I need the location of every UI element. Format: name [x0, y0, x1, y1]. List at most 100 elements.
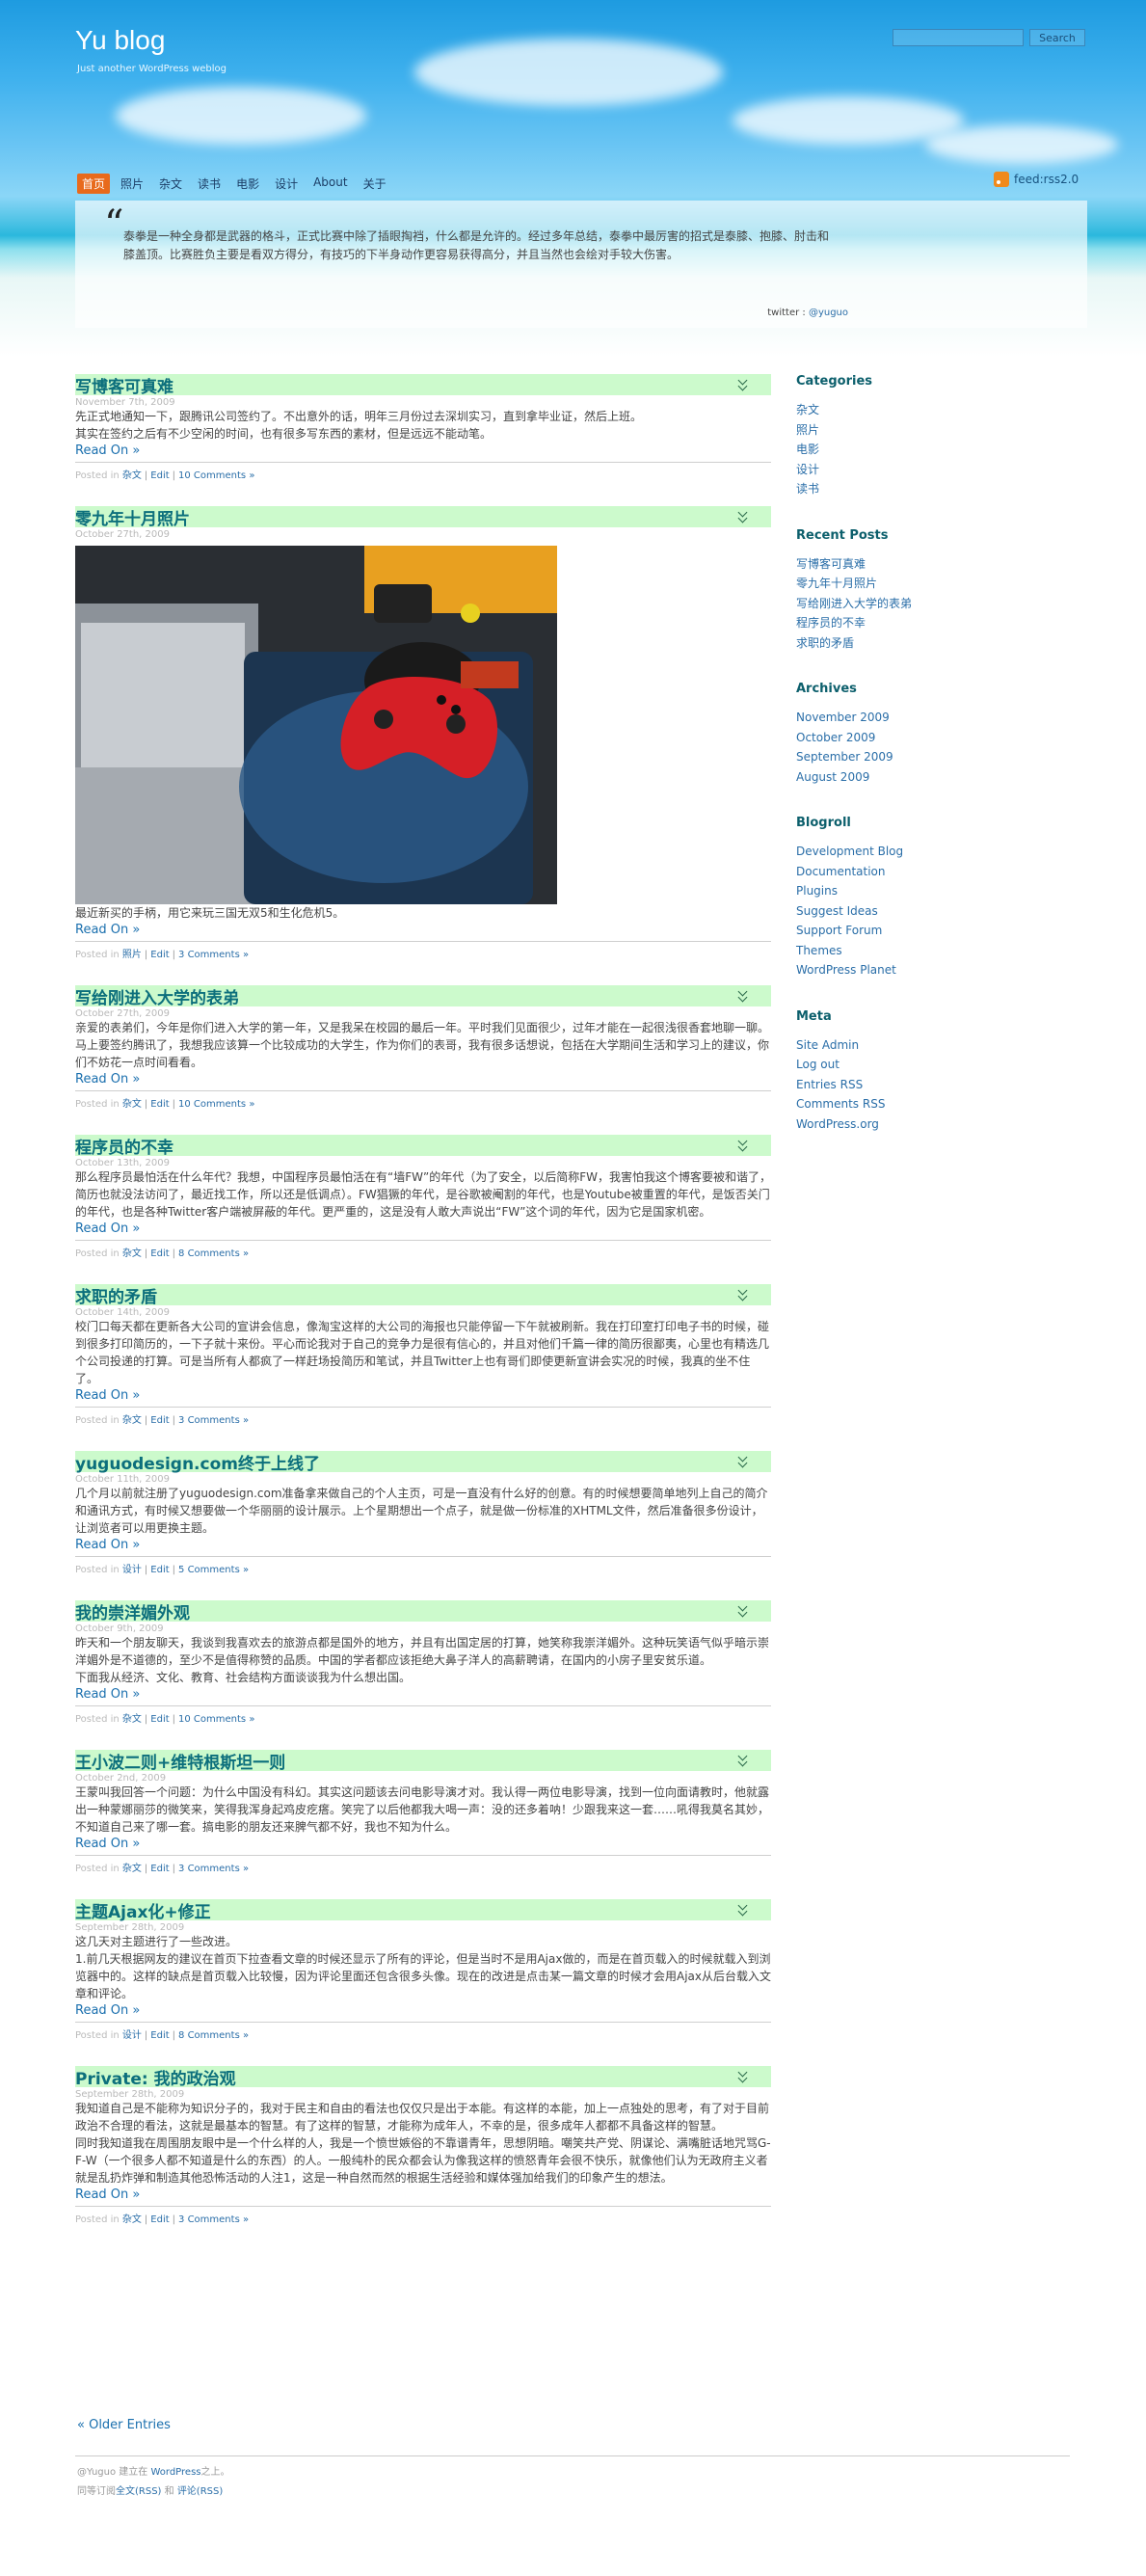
nav-item-1[interactable]: 照片	[116, 174, 148, 194]
widget-link-blogroll[interactable]: WordPress Planet	[796, 960, 989, 980]
post-category-link[interactable]: 杂文	[122, 1714, 142, 1725]
entries-rss-link[interactable]: 全文(RSS)	[116, 2486, 161, 2497]
widget-link-recent[interactable]: 求职的矛盾	[796, 633, 989, 654]
read-on-link[interactable]: Read On »	[75, 2187, 771, 2202]
widget-link-meta[interactable]: Log out	[796, 1055, 989, 1075]
post-comments-link[interactable]: 3 Comments »	[178, 1415, 249, 1426]
post-category-link[interactable]: 杂文	[122, 2214, 142, 2225]
post-edit-link[interactable]: Edit	[150, 470, 169, 481]
nav-item-4[interactable]: 电影	[231, 174, 264, 194]
post-title-link[interactable]: 零九年十月照片	[75, 505, 190, 529]
widget-link-meta[interactable]: Entries RSS	[796, 1075, 989, 1095]
post-category-link[interactable]: 照片	[122, 950, 142, 960]
widget-link-recent[interactable]: 写博客可真难	[796, 554, 989, 575]
post-title-link[interactable]: 程序员的不幸	[75, 1134, 173, 1158]
widget-link-blogroll[interactable]: Suggest Ideas	[796, 901, 989, 922]
post-comments-link[interactable]: 5 Comments »	[178, 1565, 249, 1575]
read-on-link[interactable]: Read On »	[75, 1221, 771, 1236]
expand-chevron-icon[interactable]	[736, 1288, 750, 1301]
read-on-link[interactable]: Read On »	[75, 443, 771, 458]
post-edit-link[interactable]: Edit	[150, 1864, 169, 1874]
post-comments-link[interactable]: 10 Comments »	[178, 470, 254, 481]
widget-link-categories[interactable]: 设计	[796, 460, 989, 480]
post-title-link[interactable]: Private: 我的政治观	[75, 2065, 236, 2089]
post-photo[interactable]	[75, 546, 557, 904]
comments-rss-link[interactable]: 评论(RSS)	[177, 2486, 223, 2497]
post-comments-link[interactable]: 3 Comments »	[178, 2214, 249, 2225]
post-category-link[interactable]: 杂文	[122, 1415, 142, 1426]
older-entries-link[interactable]: « Older Entries	[77, 2418, 171, 2432]
post-title-link[interactable]: 王小波二则+维特根斯坦一则	[75, 1749, 285, 1773]
post-category-link[interactable]: 设计	[122, 1565, 142, 1575]
widget-link-meta[interactable]: WordPress.org	[796, 1114, 989, 1135]
post-comments-link[interactable]: 3 Comments »	[178, 950, 249, 960]
read-on-link[interactable]: Read On »	[75, 1538, 771, 1552]
rss-feed-link[interactable]: feed:rss2.0	[994, 172, 1079, 187]
post-category-link[interactable]: 杂文	[122, 1099, 142, 1110]
search-input[interactable]	[893, 29, 1024, 46]
widget-link-archives[interactable]: September 2009	[796, 747, 989, 767]
widget-link-categories[interactable]: 杂文	[796, 400, 989, 420]
expand-chevron-icon[interactable]	[736, 378, 750, 391]
nav-item-6[interactable]: About	[308, 174, 352, 194]
widget-link-blogroll[interactable]: Support Forum	[796, 921, 989, 941]
post-title-link[interactable]: yuguodesign.com终于上线了	[75, 1450, 320, 1474]
post-comments-link[interactable]: 8 Comments »	[178, 2030, 249, 2041]
post-title-link[interactable]: 写给刚进入大学的表弟	[75, 984, 239, 1008]
post-comments-link[interactable]: 8 Comments »	[178, 1248, 249, 1259]
expand-chevron-icon[interactable]	[736, 510, 750, 523]
expand-chevron-icon[interactable]	[736, 1455, 750, 1468]
widget-link-blogroll[interactable]: Plugins	[796, 881, 989, 901]
widget-link-recent[interactable]: 零九年十月照片	[796, 574, 989, 594]
widget-link-archives[interactable]: August 2009	[796, 767, 989, 788]
post-comments-link[interactable]: 3 Comments »	[178, 1864, 249, 1874]
widget-link-recent[interactable]: 写给刚进入大学的表弟	[796, 594, 989, 614]
post-category-link[interactable]: 杂文	[122, 470, 142, 481]
post-category-link[interactable]: 杂文	[122, 1864, 142, 1874]
nav-item-7[interactable]: 关于	[359, 174, 391, 194]
post-title-link[interactable]: 写博客可真难	[75, 373, 173, 397]
site-title[interactable]: Yu blog	[75, 25, 165, 56]
post-title-link[interactable]: 主题Ajax化+修正	[75, 1898, 211, 1922]
read-on-link[interactable]: Read On »	[75, 1072, 771, 1087]
post-title-link[interactable]: 求职的矛盾	[75, 1283, 157, 1307]
read-on-link[interactable]: Read On »	[75, 923, 771, 937]
expand-chevron-icon[interactable]	[736, 1604, 750, 1618]
widget-link-meta[interactable]: Site Admin	[796, 1035, 989, 1056]
widget-link-recent[interactable]: 程序员的不幸	[796, 613, 989, 633]
expand-chevron-icon[interactable]	[736, 1139, 750, 1152]
widget-link-archives[interactable]: October 2009	[796, 728, 989, 748]
post-edit-link[interactable]: Edit	[150, 1248, 169, 1259]
wordpress-link[interactable]: WordPress	[150, 2467, 200, 2478]
post-edit-link[interactable]: Edit	[150, 1099, 169, 1110]
widget-link-meta[interactable]: Comments RSS	[796, 1094, 989, 1114]
widget-link-archives[interactable]: November 2009	[796, 708, 989, 728]
widget-link-blogroll[interactable]: Development Blog	[796, 842, 989, 862]
read-on-link[interactable]: Read On »	[75, 1837, 771, 1851]
expand-chevron-icon[interactable]	[736, 989, 750, 1003]
nav-item-3[interactable]: 读书	[193, 174, 226, 194]
widget-link-categories[interactable]: 照片	[796, 420, 989, 441]
nav-item-5[interactable]: 设计	[270, 174, 303, 194]
nav-item-0[interactable]: 首页	[77, 174, 111, 194]
twitter-handle-link[interactable]: @yuguo	[809, 308, 848, 318]
read-on-link[interactable]: Read On »	[75, 1687, 771, 1702]
search-button[interactable]: Search	[1029, 29, 1085, 46]
read-on-link[interactable]: Read On »	[75, 1388, 771, 1403]
post-edit-link[interactable]: Edit	[150, 1565, 169, 1575]
nav-item-2[interactable]: 杂文	[154, 174, 187, 194]
post-category-link[interactable]: 杂文	[122, 1248, 142, 1259]
widget-link-categories[interactable]: 电影	[796, 440, 989, 460]
post-edit-link[interactable]: Edit	[150, 950, 169, 960]
widget-link-blogroll[interactable]: Documentation	[796, 862, 989, 882]
post-comments-link[interactable]: 10 Comments »	[178, 1099, 254, 1110]
widget-link-categories[interactable]: 读书	[796, 479, 989, 499]
post-comments-link[interactable]: 10 Comments »	[178, 1714, 254, 1725]
expand-chevron-icon[interactable]	[736, 1903, 750, 1917]
post-edit-link[interactable]: Edit	[150, 2030, 169, 2041]
expand-chevron-icon[interactable]	[736, 2070, 750, 2083]
post-title-link[interactable]: 我的崇洋媚外观	[75, 1599, 190, 1623]
read-on-link[interactable]: Read On »	[75, 2003, 771, 2018]
post-category-link[interactable]: 设计	[122, 2030, 142, 2041]
expand-chevron-icon[interactable]	[736, 1754, 750, 1767]
